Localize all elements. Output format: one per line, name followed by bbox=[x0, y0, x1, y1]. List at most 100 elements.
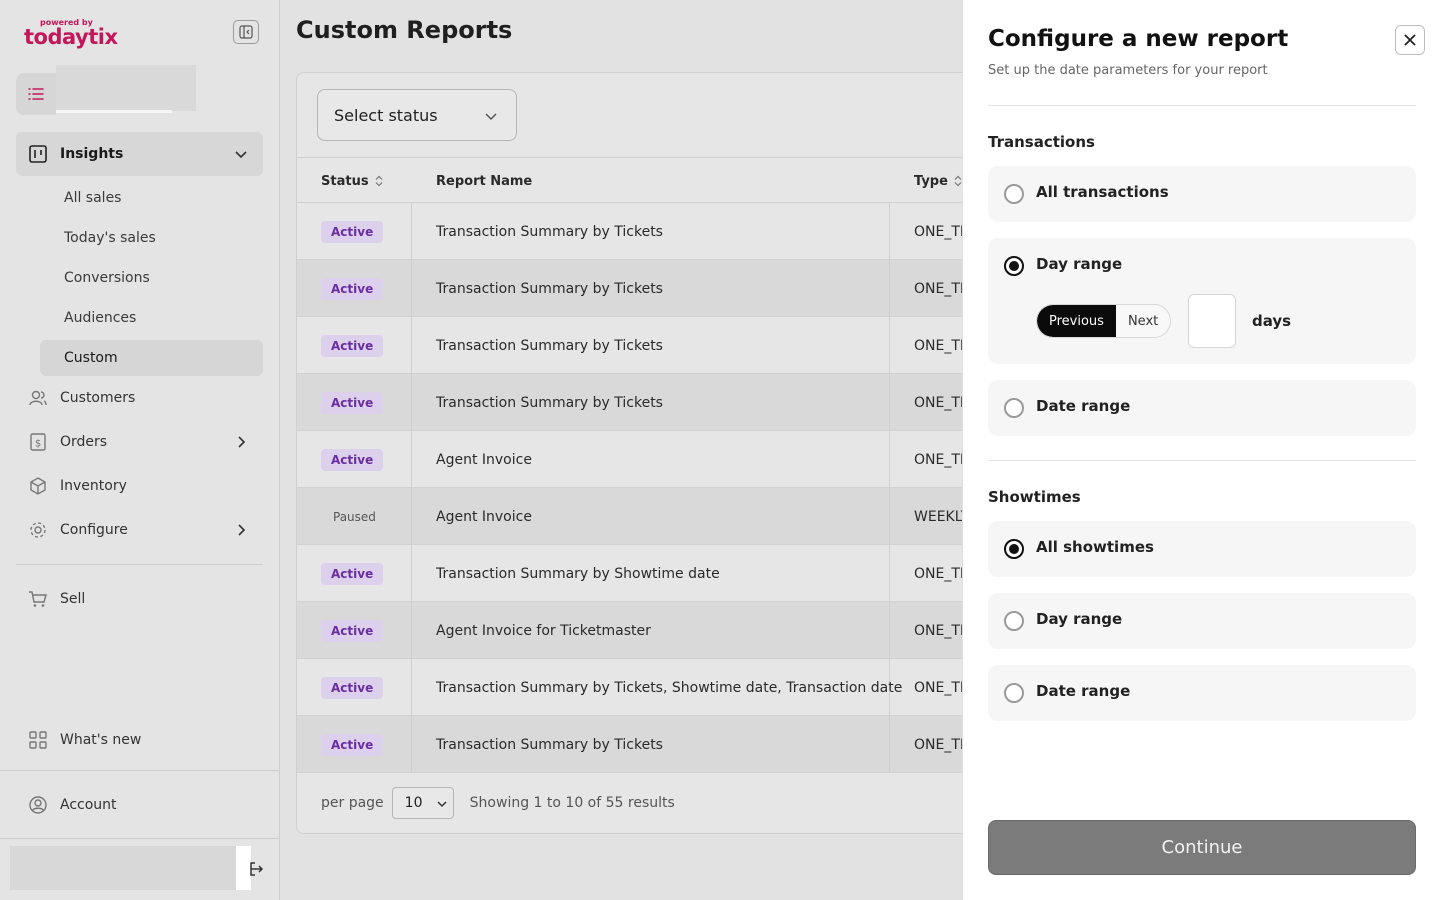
showtimes-all-label: All showtimes bbox=[1036, 538, 1154, 556]
nav-whats-new-label: What's new bbox=[60, 732, 142, 748]
nav-inventory[interactable]: Inventory bbox=[16, 464, 263, 508]
per-page-select[interactable]: 10 bbox=[391, 787, 454, 819]
venue-skeleton bbox=[56, 65, 196, 111]
table-row[interactable]: Active Transaction Summary by Tickets ONE_… bbox=[297, 203, 995, 260]
column-header-type[interactable]: Type bbox=[914, 158, 963, 204]
status-badge: Active bbox=[321, 562, 384, 585]
dollar-icon: $ bbox=[28, 432, 48, 452]
report-name-cell[interactable]: Transaction Summary by Tickets bbox=[412, 317, 890, 374]
showtimes-date-range-label: Date range bbox=[1036, 682, 1131, 700]
sidebar-item-conversions[interactable]: Conversions bbox=[40, 260, 263, 296]
transactions-all-radio[interactable] bbox=[1004, 184, 1024, 204]
page-title: Custom Reports bbox=[296, 16, 513, 44]
table-row[interactable]: Active Transaction Summary by Tickets ONE_… bbox=[297, 374, 995, 431]
status-cell: Active bbox=[297, 431, 412, 488]
column-header-report-name-label: Report Name bbox=[436, 173, 533, 189]
report-name-cell[interactable]: Transaction Summary by Tickets bbox=[412, 716, 890, 773]
status-filter-select[interactable]: Select status bbox=[317, 89, 517, 141]
table-row[interactable]: Active Agent Invoice for Ticketmaster ONE_… bbox=[297, 602, 995, 659]
todaytix-logo[interactable]: powered by todaytix bbox=[24, 16, 118, 49]
transactions-all-label: All transactions bbox=[1036, 183, 1169, 201]
report-name-cell[interactable]: Transaction Summary by Showtime date bbox=[412, 545, 890, 602]
sidebar-item-all-sales[interactable]: All sales bbox=[40, 180, 263, 216]
nav-account-label: Account bbox=[60, 797, 117, 813]
transactions-section-label: Transactions bbox=[988, 133, 1095, 151]
nav-configure[interactable]: Configure bbox=[16, 508, 263, 552]
status-filter-value: Select status bbox=[334, 105, 438, 125]
transactions-option-day-range[interactable]: Day range Previous Next days bbox=[988, 238, 1416, 364]
collapse-sidebar-button[interactable] bbox=[233, 20, 259, 44]
nav-whats-new[interactable]: What's new bbox=[16, 718, 263, 762]
close-icon bbox=[1404, 34, 1416, 46]
column-header-status[interactable]: Status bbox=[321, 158, 384, 204]
report-name-cell[interactable]: Transaction Summary by Tickets bbox=[412, 203, 890, 260]
per-page-value: 10 bbox=[404, 795, 423, 811]
type-cell: ONE_TI bbox=[914, 451, 965, 468]
type-cell: ONE_TI bbox=[914, 736, 965, 753]
table-row[interactable]: Active Transaction Summary by Tickets ONE_… bbox=[297, 317, 995, 374]
report-name-cell[interactable]: Agent Invoice for Ticketmaster bbox=[412, 602, 890, 659]
showtimes-option-date-range[interactable]: Date range bbox=[988, 665, 1416, 721]
previous-toggle-button[interactable]: Previous bbox=[1037, 305, 1116, 337]
showtimes-option-day-range[interactable]: Day range bbox=[988, 593, 1416, 649]
showtimes-day-range-radio[interactable] bbox=[1004, 611, 1024, 631]
transactions-day-range-label: Day range bbox=[1036, 255, 1123, 273]
table-row[interactable]: Active Agent Invoice ONE_TI bbox=[297, 431, 995, 488]
showtimes-date-range-radio[interactable] bbox=[1004, 683, 1024, 703]
days-input[interactable] bbox=[1188, 294, 1236, 348]
transactions-date-range-radio[interactable] bbox=[1004, 398, 1024, 418]
nav-sell[interactable]: Sell bbox=[16, 577, 263, 621]
transactions-option-date-range[interactable]: Date range bbox=[988, 380, 1416, 436]
status-cell: Active bbox=[297, 602, 412, 659]
sidebar-item-custom[interactable]: Custom bbox=[40, 340, 263, 376]
report-name-cell[interactable]: Transaction Summary by Tickets, Showtime… bbox=[412, 659, 902, 716]
report-name-cell[interactable]: Agent Invoice bbox=[412, 488, 890, 545]
table-row[interactable]: Active Transaction Summary by Tickets ONE_… bbox=[297, 716, 995, 773]
table-row[interactable]: Paused Agent Invoice WEEKLY bbox=[297, 488, 995, 545]
column-header-report-name[interactable]: Report Name bbox=[436, 158, 532, 204]
chevron-down-icon bbox=[235, 151, 247, 159]
showtimes-all-radio[interactable] bbox=[1004, 539, 1024, 559]
type-cell: WEEKLY bbox=[914, 508, 970, 525]
nav-sell-label: Sell bbox=[60, 591, 86, 607]
type-cell: ONE_TI bbox=[914, 280, 965, 297]
table-row[interactable]: Active Transaction Summary by Tickets ONE_… bbox=[297, 260, 995, 317]
previous-next-toggle: Previous Next bbox=[1036, 304, 1172, 338]
type-cell: ONE_TI bbox=[914, 394, 965, 411]
transactions-option-all[interactable]: All transactions bbox=[988, 166, 1416, 222]
transactions-day-range-radio[interactable] bbox=[1004, 256, 1024, 276]
next-toggle-button[interactable]: Next bbox=[1116, 305, 1170, 337]
insights-icon bbox=[28, 144, 48, 164]
days-label: days bbox=[1252, 312, 1292, 330]
sidebar-item-todays-sales[interactable]: Today's sales bbox=[40, 220, 263, 256]
nav-inventory-label: Inventory bbox=[60, 478, 127, 494]
logout-icon[interactable] bbox=[249, 861, 265, 877]
status-cell: Paused bbox=[297, 488, 412, 545]
status-cell: Active bbox=[297, 659, 412, 716]
table-row[interactable]: Active Transaction Summary by Tickets, Sh… bbox=[297, 659, 995, 716]
list-icon bbox=[28, 88, 44, 100]
close-panel-button[interactable] bbox=[1395, 25, 1425, 55]
continue-button[interactable]: Continue bbox=[988, 820, 1416, 875]
users-icon bbox=[28, 388, 48, 408]
table-header: Status Report Name Type bbox=[297, 157, 995, 204]
showtimes-section-label: Showtimes bbox=[988, 488, 1081, 506]
nav-account[interactable]: Account bbox=[16, 783, 263, 827]
nav-customers[interactable]: Customers bbox=[16, 376, 263, 420]
list-button[interactable] bbox=[16, 73, 56, 115]
report-name-cell[interactable]: Agent Invoice bbox=[412, 431, 890, 488]
nav-insights[interactable]: Insights bbox=[16, 132, 263, 176]
status-cell: Active bbox=[297, 203, 412, 260]
type-cell: ONE_TI bbox=[914, 622, 965, 639]
nav-orders[interactable]: $ Orders bbox=[16, 420, 263, 464]
sidebar-divider-footer bbox=[0, 838, 279, 839]
status-cell: Active bbox=[297, 260, 412, 317]
table-row[interactable]: Active Transaction Summary by Showtime da… bbox=[297, 545, 995, 602]
nav-customers-label: Customers bbox=[60, 390, 136, 406]
results-count: Showing 1 to 10 of 55 results bbox=[469, 795, 675, 811]
transactions-date-range-label: Date range bbox=[1036, 397, 1131, 415]
report-name-cell[interactable]: Transaction Summary by Tickets bbox=[412, 374, 890, 431]
showtimes-option-all[interactable]: All showtimes bbox=[988, 521, 1416, 577]
report-name-cell[interactable]: Transaction Summary by Tickets bbox=[412, 260, 890, 317]
sidebar-item-audiences[interactable]: Audiences bbox=[40, 300, 263, 336]
